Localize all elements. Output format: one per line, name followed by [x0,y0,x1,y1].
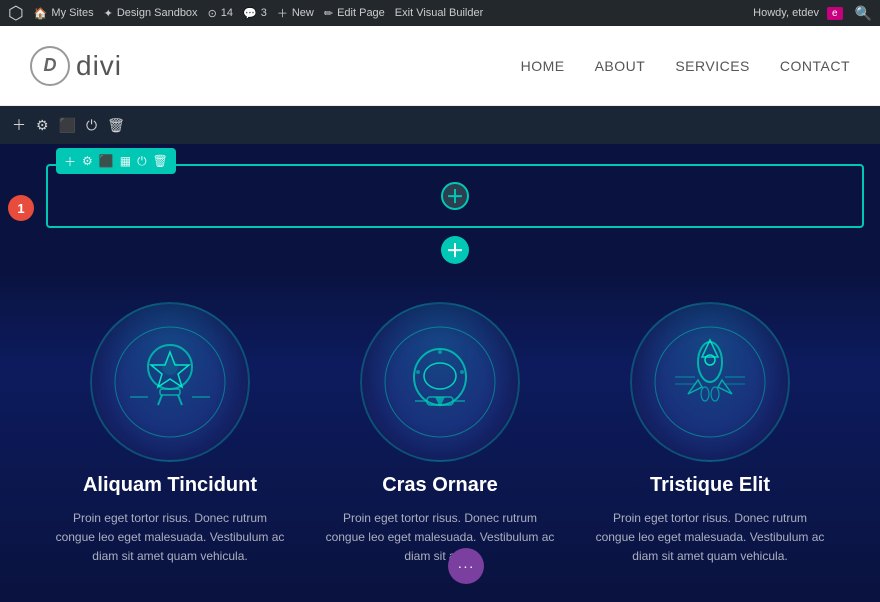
sandbox-icon: ✦ [104,7,113,20]
vb-delete-btn[interactable]: 🗑 [107,117,125,134]
service-icon-wrap-3 [630,302,790,462]
comments-link[interactable]: 💬 3 [243,7,267,20]
row-module-toolbar: ＋ ⚙ ⬛ ▦ ⏻ 🗑 [56,148,176,174]
row1-inner: ＋ ⚙ ⬛ ▦ ⏻ 🗑 ＋ [46,164,864,228]
vb-toolbar: ＋ ⚙ ⬛ ⏻ 🗑 [0,106,880,144]
exit-builder-label: Exit Visual Builder [395,7,483,19]
my-sites-icon: 🏠 [34,7,48,20]
design-sandbox-link[interactable]: ✦ Design Sandbox [104,7,198,20]
updates-count: 14 [221,7,233,19]
service-title-3: Tristique Elit [650,474,770,497]
nav-contact[interactable]: Contact [780,58,850,74]
comment-icon: 💬 [243,7,257,20]
add-row-btn[interactable]: ＋ [441,236,469,264]
row1-container: 1 ＋ ⚙ ⬛ ▦ ⏻ 🗑 ＋ ＋ [0,144,880,272]
row-power-btn[interactable]: ⏻ [137,154,147,169]
service-desc-3: Proin eget tortor risus. Donec rutrum co… [590,509,830,567]
row-badge: 1 [8,195,34,221]
comments-count: 3 [261,7,267,19]
row-cols-btn[interactable]: ▦ [120,154,131,168]
logo-text: divi [76,50,122,82]
service-title-2: Cras Ornare [382,474,498,497]
vb-power-btn[interactable]: ⏻ [86,117,97,134]
howdy-label: Howdy, etdev [753,7,819,19]
wp-logo-icon[interactable]: ⬡ [8,3,24,24]
service-title-1: Aliquam Tincidunt [83,474,257,497]
edit-page-link[interactable]: ✏ Edit Page [324,7,385,20]
service-svg-3 [650,322,770,442]
admin-bar-right: Howdy, etdev e 🔍 [753,5,872,22]
exit-builder-link[interactable]: Exit Visual Builder [395,7,483,19]
service-desc-1: Proin eget tortor risus. Donec rutrum co… [50,509,290,567]
service-icon-wrap-1 [90,302,250,462]
service-svg-2 [380,322,500,442]
vb-layout-btn[interactable]: ⬛ [59,117,76,134]
edit-icon: ✏ [324,7,333,20]
row-layout-btn[interactable]: ⬛ [99,154,114,168]
service-icon-wrap-2 [360,302,520,462]
add-module-btn[interactable]: ＋ [441,182,469,210]
service-card-2: Cras Ornare Proin eget tortor risus. Don… [320,302,560,567]
site-nav: Home About Services Contact [521,58,850,74]
service-desc-2-text: Proin eget tortor risus. Donec rutrum co… [326,511,555,563]
vb-settings-btn[interactable]: ⚙ [36,117,49,134]
nav-about[interactable]: About [595,58,646,74]
sandbox-label: Design Sandbox [117,7,198,19]
row-add-btn[interactable]: ＋ [64,153,76,170]
service-card-1: Aliquam Tincidunt Proin eget tortor risu… [50,302,290,567]
vb-add-btn[interactable]: ＋ [12,115,26,135]
user-badge: e [827,7,843,20]
admin-bar: ⬡ 🏠 My Sites ✦ Design Sandbox ⊙ 14 💬 3 ＋… [0,0,880,26]
row-delete-btn[interactable]: 🗑 [153,154,168,168]
my-sites-menu[interactable]: 🏠 My Sites [34,7,94,20]
updates-link[interactable]: ⊙ 14 [208,7,233,20]
services-section: Aliquam Tincidunt Proin eget tortor risu… [0,272,880,587]
my-sites-label: My Sites [51,7,93,19]
chat-bubble[interactable] [448,548,484,584]
circle-icon: ⊙ [208,7,217,20]
edit-page-label: Edit Page [337,7,385,19]
search-icon[interactable]: 🔍 [855,5,872,22]
new-label: New [292,7,314,19]
nav-home[interactable]: Home [521,58,565,74]
logo-circle: D [30,46,70,86]
new-menu[interactable]: ＋ New [277,5,314,21]
site-header: D divi Home About Services Contact [0,26,880,106]
logo[interactable]: D divi [30,46,122,86]
plus-icon: ＋ [277,5,288,21]
nav-services[interactable]: Services [675,58,750,74]
logo-letter: D [44,55,57,76]
service-card-3: Tristique Elit Proin eget tortor risus. … [590,302,830,567]
service-svg-1 [110,322,230,442]
row-settings-btn[interactable]: ⚙ [82,154,93,168]
service-desc-2: Proin eget tortor risus. Donec rutrum co… [320,509,560,567]
page-content: 1 ＋ ⚙ ⬛ ▦ ⏻ 🗑 ＋ ＋ [0,144,880,602]
